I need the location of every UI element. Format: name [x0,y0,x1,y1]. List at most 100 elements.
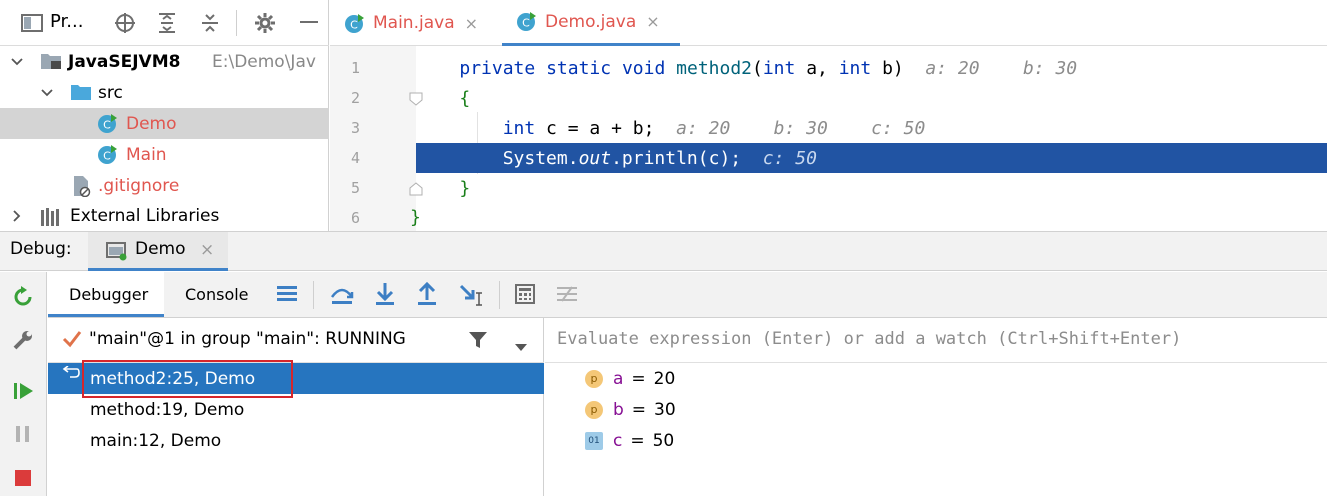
variable-row[interactable]: 01 c = 50 [585,425,674,456]
calculator-icon[interactable] [515,284,535,309]
parameter-icon: p [585,400,603,419]
project-view-icon[interactable] [20,12,44,34]
run-to-cursor-icon[interactable] [458,283,484,312]
code-line-2[interactable]: { [416,83,1327,113]
java-class-icon: C [97,144,118,165]
line-number: 1 [350,59,360,77]
frame-row[interactable]: main:12, Demo [48,425,544,456]
code-line-4-execution-point[interactable]: System.out.println(c); c: 50 [416,143,1327,173]
variable-equals: = [630,430,645,451]
tab-debugger[interactable]: Debugger [48,272,164,317]
inline-debug-hint: a: 20 b: 30 c: 50 [654,117,926,139]
project-toolbar: Pr... [0,0,329,46]
external-libraries-label: External Libraries [70,206,220,226]
minimize-icon[interactable] [298,12,320,34]
debug-side-toolbar [0,272,47,496]
tab-main-java-label: Main.java [373,13,455,33]
tree-item-src[interactable]: src [0,77,329,108]
local-variable-icon: 01 [585,431,603,450]
chevron-right-icon[interactable] [10,209,24,223]
project-title[interactable]: Pr... [50,11,83,32]
wrench-icon[interactable] [12,329,34,356]
resume-icon[interactable] [13,381,35,406]
chevron-down-icon[interactable] [515,337,527,357]
close-icon[interactable]: × [465,14,478,33]
svg-text:C: C [103,150,111,163]
svg-text:C: C [522,17,530,30]
chevron-down-icon[interactable] [40,86,54,100]
code-text: { [416,87,471,109]
frame-row[interactable]: method:19, Demo [48,394,544,425]
java-class-icon: C [517,12,536,31]
pause-icon[interactable] [14,425,32,448]
code-line-5[interactable]: } [416,173,1327,203]
step-into-icon[interactable] [374,282,396,311]
chevron-down-icon[interactable] [10,55,24,69]
tab-console[interactable]: Console [170,272,260,317]
frame-label: main:12, Demo [90,431,222,451]
layout-menu-icon[interactable] [276,285,298,308]
debug-config-icon [106,241,128,266]
tree-item-main[interactable]: C Main [0,139,329,170]
tree-item-project-root[interactable]: JavaSEJVM8 E:\Demo\Jav [0,46,329,77]
gear-icon[interactable] [253,12,277,34]
tree-item-external-libraries[interactable]: External Libraries [0,201,329,231]
code-line-3[interactable]: int c = a + b; a: 20 b: 30 c: 50 [416,113,1327,143]
svg-text:C: C [350,18,358,31]
thread-status: "main"@1 in group "main": RUNNING [89,329,406,349]
project-path: E:\Demo\Jav [212,51,316,72]
collapse-all-icon[interactable] [198,12,222,34]
tab-debug-demo[interactable]: Demo × [88,232,228,271]
frame-label: method:19, Demo [90,400,245,420]
code-text: System.out.println(c); [416,147,742,169]
gitignore-label: .gitignore [98,175,180,196]
step-out-icon[interactable] [416,281,438,311]
variable-name: a [613,368,624,389]
code-text: } [416,177,471,199]
debug-header: Debug: Demo × [0,231,1327,271]
tree-item-demo[interactable]: C Demo [0,108,329,139]
return-arrow-icon [60,365,80,387]
editor-tab-bar: C Main.java × C Demo.java × [330,0,1327,46]
variable-row[interactable]: p a = 20 [585,363,675,394]
close-icon[interactable]: × [200,240,214,260]
code-text: private static void method2(int a, int b… [459,57,904,79]
rerun-icon[interactable] [12,286,34,313]
locate-icon[interactable] [113,12,137,34]
evaluate-expression-field[interactable]: Evaluate expression (Enter) or add a wat… [545,318,1327,363]
code-text: int c = a + b; [502,117,655,139]
project-name: JavaSEJVM8 [68,51,181,72]
highlight-box [82,360,293,398]
checkmark-icon [62,330,82,353]
variable-row[interactable]: p b = 30 [585,394,676,425]
close-icon[interactable]: × [646,12,659,31]
debugger-toolbar: Debugger Console [48,272,1327,318]
variable-value: 20 [653,368,676,389]
line-number: 5 [350,179,360,197]
line-number: 2 [350,89,360,107]
code-line-1[interactable]: private static void method2(int a, int b… [416,53,1327,83]
step-over-icon[interactable] [330,283,354,310]
variable-name: c [613,430,623,451]
stop-icon[interactable] [14,469,32,492]
java-class-icon: C [345,13,364,33]
source-folder-icon [70,84,92,106]
line-number: 4 [350,149,360,167]
filter-icon[interactable] [468,330,488,355]
debug-label: Debug: [10,239,72,259]
variable-value: 30 [654,399,676,420]
inline-debug-hint: c: 50 [741,147,817,169]
evaluate-placeholder: Evaluate expression (Enter) or add a wat… [557,329,1182,349]
library-icon [40,208,64,231]
code-line-6[interactable]: } [410,203,1327,231]
expand-all-icon[interactable] [155,12,179,34]
trace-streams-icon[interactable] [556,285,578,308]
tab-demo-java[interactable]: C Demo.java × [502,0,680,46]
variable-value: 50 [652,430,675,451]
tab-main-java[interactable]: C Main.java × [344,0,502,46]
tab-console-label: Console [185,285,249,304]
code-text: } [410,206,421,228]
tree-item-gitignore[interactable]: .gitignore [0,170,329,201]
src-label: src [98,82,123,103]
thread-selector[interactable]: "main"@1 in group "main": RUNNING [48,318,544,363]
